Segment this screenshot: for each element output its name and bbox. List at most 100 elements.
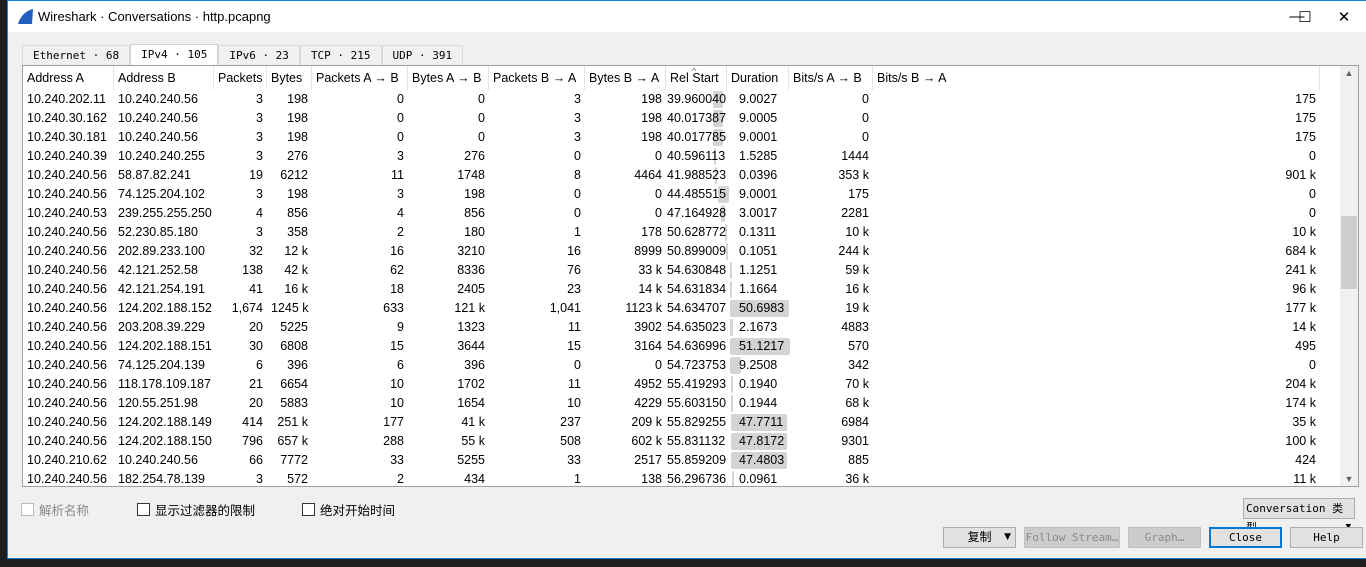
tab-udp[interactable]: UDP · 391 <box>381 45 464 65</box>
cell-text: 42.121.254.191 <box>118 282 205 296</box>
cell-bits-s-a-b: 16 k <box>789 280 873 299</box>
conversations-window: Wireshark · Conversations · http.pcapng … <box>7 0 1366 559</box>
cell-bits-s-a-b: 570 <box>789 337 873 356</box>
table-row[interactable]: 10.240.240.56 203.208.39.229 20 5225 9 1323 11… <box>23 318 1342 337</box>
cell-bits-s-b-a: 0 <box>873 185 1320 204</box>
table-row[interactable]: 10.240.240.56 202.89.233.100 32 12 k 16 3210 1… <box>23 242 1342 261</box>
table-row[interactable]: 10.240.240.56 118.178.109.187 21 6654 10 1702… <box>23 375 1342 394</box>
cell-bits-s-b-a: 175 <box>873 90 1320 109</box>
table-row[interactable]: 10.240.240.56 182.254.78.139 3 572 2 434 1 138 5… <box>23 470 1342 486</box>
cell-rel-start: 41.988523 <box>666 166 727 185</box>
cell-text: 3 <box>256 92 263 106</box>
cell-text: 33 <box>567 453 581 467</box>
column-header[interactable]: Address A <box>23 66 114 90</box>
cell-text: 3 <box>256 472 263 486</box>
cell-text: 0 <box>862 111 869 125</box>
column-header[interactable]: Duration <box>727 66 789 90</box>
limit-to-filter-checkbox[interactable]: 显示过滤器的限制 <box>137 500 255 519</box>
column-header[interactable]: Packets A → B <box>312 66 408 90</box>
close-window-button[interactable]: ✕ <box>1321 1 1366 32</box>
column-header[interactable]: Rel Start ^ <box>666 66 727 90</box>
tab-ipv6[interactable]: IPv6 · 23 <box>218 45 300 65</box>
absolute-start-label: 绝对开始时间 <box>320 504 396 518</box>
cell-text: 70 k <box>845 377 869 391</box>
table-row[interactable]: 10.240.240.56 124.202.188.150 796 657 k 288 5… <box>23 432 1342 451</box>
cell-text: 10.240.240.56 <box>27 263 107 277</box>
cell-text: 68 k <box>845 396 869 410</box>
table-row[interactable]: 10.240.240.56 42.121.252.58 138 42 k 62 8336 7… <box>23 261 1342 280</box>
cell-text: 1.5285 <box>739 149 778 163</box>
table-row[interactable]: 10.240.30.162 10.240.240.56 3 198 0 0 3 198 40.0… <box>23 109 1342 128</box>
scroll-down-icon[interactable]: ▼ <box>1340 474 1358 484</box>
cell-text: 10 <box>390 396 404 410</box>
cell-text: 6212 <box>280 168 308 182</box>
table-row[interactable]: 10.240.30.181 10.240.240.56 3 198 0 0 3 198 40.0… <box>23 128 1342 147</box>
table-row[interactable]: 10.240.240.56 120.55.251.98 20 5883 10 1654 10… <box>23 394 1342 413</box>
cell-address-b: 10.240.240.56 <box>114 109 214 128</box>
cell-bytes-a-b: 180 <box>408 223 489 242</box>
vertical-scrollbar[interactable]: ▲ ▼ <box>1340 66 1358 486</box>
cell-bytes-a-b: 1323 <box>408 318 489 337</box>
table-row[interactable]: 10.240.240.56 58.87.82.241 19 6212 11 1748 8 44… <box>23 166 1342 185</box>
scroll-up-icon[interactable]: ▲ <box>1340 68 1358 78</box>
cell-text: 209 k <box>631 415 662 429</box>
cell-text: 3164 <box>634 339 662 353</box>
tab-tcp[interactable]: TCP · 215 <box>299 45 382 65</box>
column-header[interactable]: Bytes B → A <box>585 66 666 90</box>
cell-bits-s-a-b: 0 <box>789 109 873 128</box>
resolve-names-label: 解析名称 <box>39 504 90 518</box>
column-header[interactable]: Bytes A → B <box>408 66 489 90</box>
close-button[interactable]: Close <box>1209 527 1282 548</box>
table-row[interactable]: 10.240.240.39 10.240.240.255 3 276 3 276 0 0 40.… <box>23 147 1342 166</box>
conversation-type-dropdown[interactable]: Conversation 类型▼ <box>1243 498 1355 534</box>
cell-duration: 0.1940 <box>727 375 789 394</box>
table-row[interactable]: 10.240.240.56 74.125.204.102 3 198 3 198 0 0 44.… <box>23 185 1342 204</box>
table-row[interactable]: 10.240.240.56 124.202.188.149 414 251 k 177 4… <box>23 413 1342 432</box>
cell-bytes-a-b: 3210 <box>408 242 489 261</box>
cell-text: 2.1673 <box>739 320 778 334</box>
column-header[interactable]: Bits/s B → A <box>873 66 1320 90</box>
cell-bits-s-b-a: 424 <box>873 451 1320 470</box>
cell-text: 602 k <box>631 434 662 448</box>
column-header[interactable]: Bytes <box>267 66 312 90</box>
cell-text: 41 <box>249 282 263 296</box>
scrollbar-thumb[interactable] <box>1341 216 1357 289</box>
cell-bits-s-b-a: 174 k <box>873 394 1320 413</box>
cell-bytes: 7772 <box>267 451 312 470</box>
cell-text: 23 <box>567 282 581 296</box>
table-row[interactable]: 10.240.202.11 10.240.240.56 3 198 0 0 3 198 39.9… <box>23 90 1342 109</box>
table-row[interactable]: 10.240.240.56 74.125.204.139 6 396 6 396 0 0 54.… <box>23 356 1342 375</box>
table-row[interactable]: 10.240.240.56 124.202.188.152 1,674 1245 k 6… <box>23 299 1342 318</box>
help-button[interactable]: Help <box>1290 527 1363 548</box>
cell-text: 414 <box>242 415 263 429</box>
cell-address-a: 10.240.240.53 <box>23 204 114 223</box>
absolute-start-checkbox[interactable]: 绝对开始时间 <box>302 500 395 519</box>
graph-button[interactable]: Graph… <box>1128 527 1201 548</box>
tab-ipv4[interactable]: IPv4 · 105 <box>130 44 219 65</box>
cell-address-a: 10.240.240.56 <box>23 337 114 356</box>
cell-address-a: 10.240.240.56 <box>23 413 114 432</box>
column-header[interactable]: Packets <box>214 66 267 90</box>
cell-text: 20 <box>249 320 263 334</box>
copy-button[interactable]: 复制 ▼ <box>943 527 1016 548</box>
cell-rel-start: 50.899009 <box>666 242 727 261</box>
cell-bytes: 1245 k <box>267 299 312 318</box>
table-row[interactable]: 10.240.240.56 52.230.85.180 3 358 2 180 1 178 50… <box>23 223 1342 242</box>
tab-ethernet[interactable]: Ethernet · 68 <box>22 45 131 65</box>
follow-stream-button[interactable]: Follow Stream… <box>1024 527 1120 548</box>
table-row[interactable]: 10.240.210.62 10.240.240.56 66 7772 33 5255 33… <box>23 451 1342 470</box>
window-title: Wireshark · Conversations · http.pcapng <box>38 9 271 24</box>
cell-bytes: 5225 <box>267 318 312 337</box>
cell-duration: 1.5285 <box>727 147 789 166</box>
column-header[interactable]: Address B <box>114 66 214 90</box>
table-row[interactable]: 10.240.240.53 239.255.255.250 4 856 4 856 0 0 47… <box>23 204 1342 223</box>
cell-packets-a-b: 2 <box>312 223 408 242</box>
column-header[interactable]: Packets B → A <box>489 66 585 90</box>
cell-text: 177 <box>383 415 404 429</box>
table-row[interactable]: 10.240.240.56 124.202.188.151 30 6808 15 3644… <box>23 337 1342 356</box>
cell-address-a: 10.240.240.56 <box>23 280 114 299</box>
column-header[interactable]: Bits/s A → B <box>789 66 873 90</box>
resolve-names-checkbox[interactable]: 解析名称 <box>21 500 89 519</box>
table-row[interactable]: 10.240.240.56 42.121.254.191 41 16 k 18 2405 2… <box>23 280 1342 299</box>
cell-packets-a-b: 18 <box>312 280 408 299</box>
